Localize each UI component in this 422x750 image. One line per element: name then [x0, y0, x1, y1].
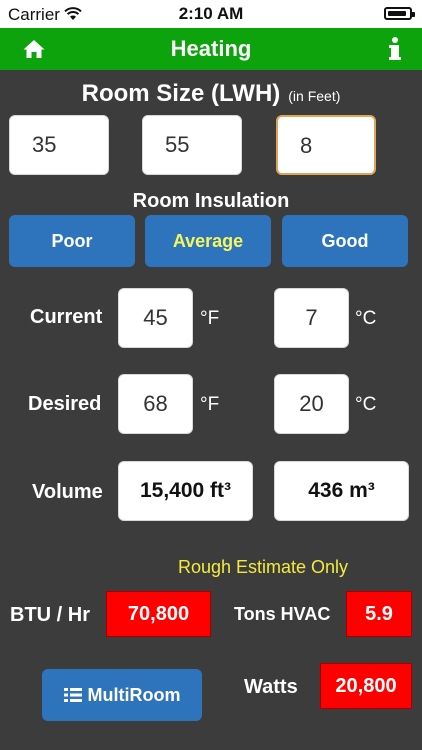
current-f-input[interactable]: 45 — [118, 288, 193, 348]
current-f-unit: °F — [200, 308, 220, 329]
insulation-poor-button[interactable]: Poor — [9, 215, 135, 267]
estimate-note: Rough Estimate Only — [177, 557, 349, 577]
multiroom-button[interactable]: MultiRoom — [42, 669, 202, 721]
desired-c-unit: °C — [355, 394, 377, 415]
insulation-label: Room Insulation — [132, 190, 290, 212]
tons-hvac-label: Tons HVAC — [234, 604, 331, 624]
room-height-input[interactable]: 8 — [276, 115, 376, 175]
room-size-unit-note: (in Feet) — [288, 88, 341, 104]
volume-label: Volume — [32, 481, 103, 503]
multiroom-label: MultiRoom — [87, 685, 181, 705]
status-bar: Carrier 2:10 AM — [0, 0, 422, 28]
tons-hvac-value: 5.9 — [346, 591, 412, 637]
room-size-heading: Room Size (LWH) (in Feet) — [0, 80, 422, 108]
btu-label: BTU / Hr — [10, 604, 90, 626]
current-c-input[interactable]: 7 — [274, 288, 349, 348]
room-length-input[interactable]: 35 — [9, 115, 109, 175]
insulation-average-button[interactable]: Average — [145, 215, 271, 267]
page-title: Heating — [170, 36, 252, 61]
room-width-input[interactable]: 55 — [142, 115, 242, 175]
btu-value: 70,800 — [106, 591, 211, 637]
desired-f-input[interactable]: 68 — [118, 374, 193, 434]
volume-ft3-value: 15,400 ft³ — [118, 461, 253, 521]
battery-icon — [384, 7, 415, 20]
room-size-label: Room Size (LWH) — [81, 80, 281, 107]
volume-m3-value: 436 m³ — [274, 461, 409, 521]
nav-bar: Heating — [0, 28, 422, 70]
desired-c-input[interactable]: 20 — [274, 374, 349, 434]
desired-label: Desired — [28, 393, 102, 415]
watts-value: 20,800 — [320, 663, 412, 709]
list-icon — [63, 670, 82, 702]
status-time: 2:10 AM — [178, 4, 244, 23]
current-c-unit: °C — [355, 308, 377, 329]
info-icon[interactable] — [388, 35, 402, 63]
insulation-good-button[interactable]: Good — [282, 215, 408, 267]
current-label: Current — [30, 306, 103, 328]
watts-label: Watts — [244, 676, 298, 698]
desired-f-unit: °F — [200, 394, 220, 415]
